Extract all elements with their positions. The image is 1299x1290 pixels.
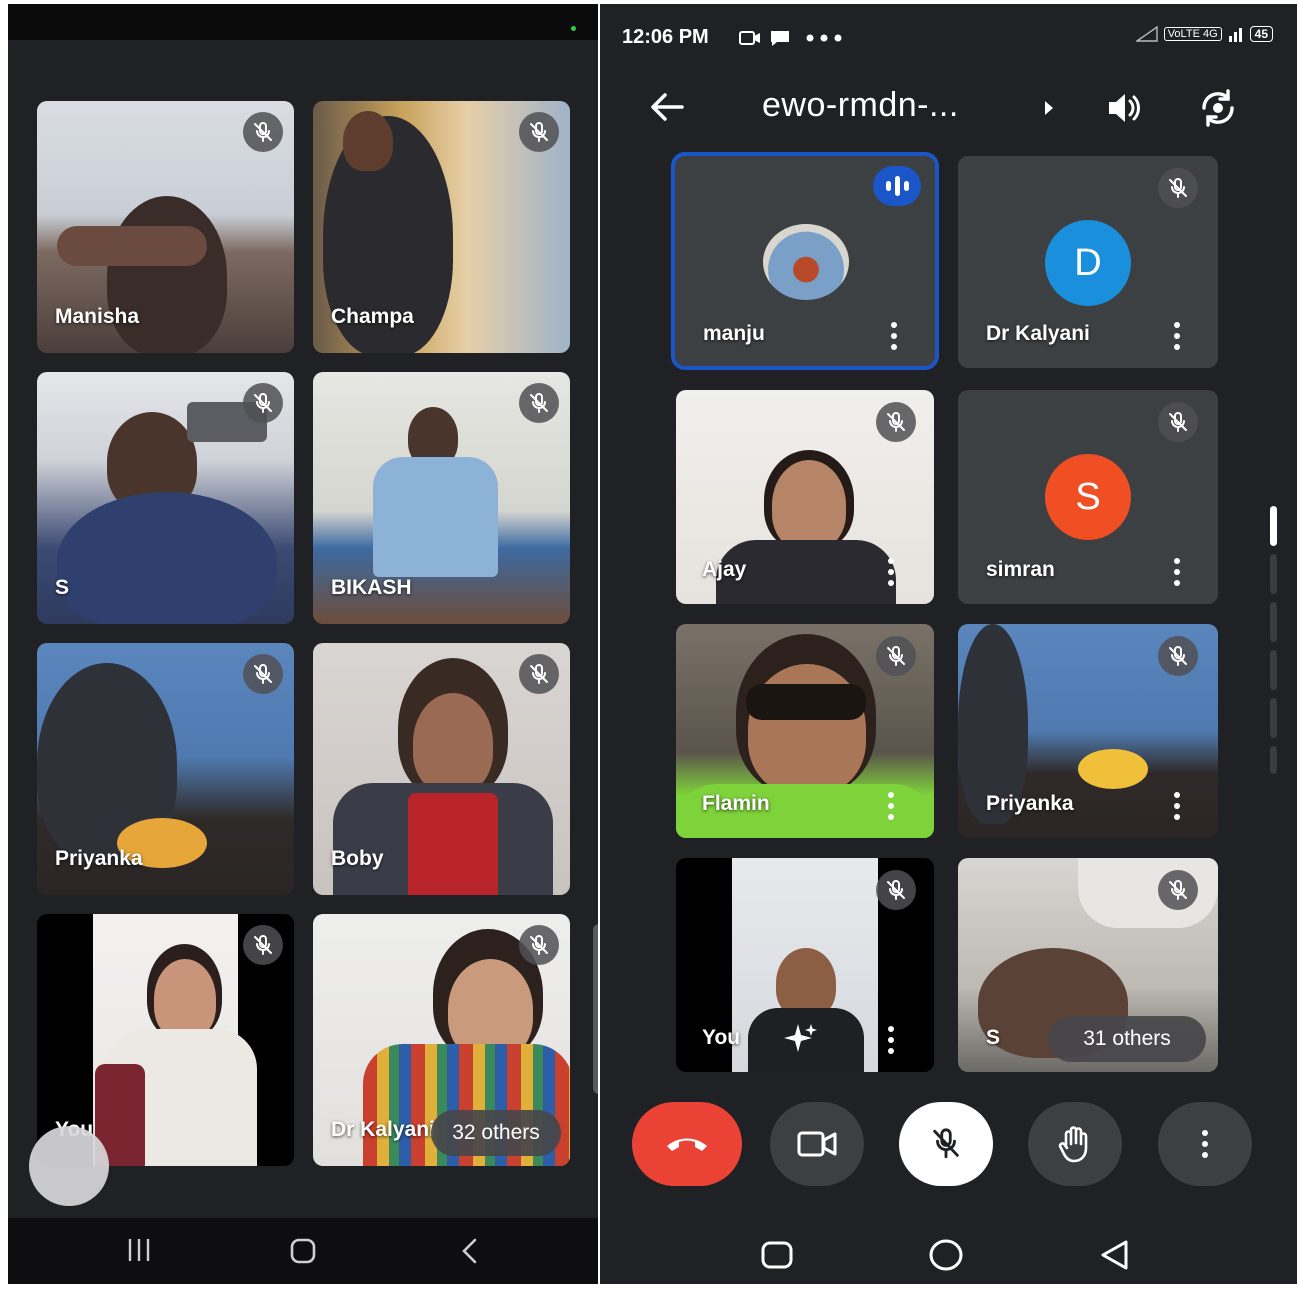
privacy-indicator — [571, 26, 576, 31]
participant-tile-s[interactable]: S 31 others — [958, 858, 1218, 1072]
home-icon[interactable] — [928, 1238, 964, 1272]
others-count-pill[interactable]: 31 others — [1048, 1016, 1206, 1062]
sparkle-icon[interactable] — [782, 1022, 818, 1058]
participant-tile-priyanka[interactable]: Priyanka — [958, 624, 1218, 838]
mic-off-icon — [243, 654, 283, 694]
participant-tile-simran[interactable]: S simran — [958, 390, 1218, 604]
participant-name: BIKASH — [331, 576, 412, 599]
video-notification-icon — [739, 31, 760, 45]
participant-tile-s[interactable]: S — [37, 372, 294, 624]
participant-tile-manisha[interactable]: Manisha — [37, 101, 294, 353]
camera-icon — [797, 1131, 837, 1157]
participant-name: Dr Kalyani — [986, 322, 1090, 345]
camera-toggle-button[interactable] — [770, 1102, 864, 1186]
more-vert-icon[interactable] — [886, 792, 896, 820]
participant-tile-dr-kalyani[interactable]: D Dr Kalyani — [958, 156, 1218, 368]
mic-off-icon — [243, 112, 283, 152]
participant-name: simran — [986, 558, 1055, 581]
participant-tile-ajay[interactable]: Ajay — [676, 390, 934, 604]
participant-name: You — [702, 1026, 741, 1049]
status-right: VoLTE 4G 45 — [1135, 26, 1273, 42]
mic-off-icon — [243, 925, 283, 965]
raise-hand-button[interactable] — [1028, 1102, 1122, 1186]
participant-name: Dr Kalyani — [331, 1118, 435, 1141]
participant-name: Priyanka — [55, 847, 143, 870]
more-notifications-icon — [806, 34, 842, 42]
participant-name: manju — [703, 322, 765, 345]
back-nav-icon[interactable] — [456, 1236, 484, 1266]
chat-notification-icon — [771, 31, 789, 46]
left-phone-screen: Manisha Champa S BIKASH Priyanka Boby Dr… — [8, 4, 598, 1284]
mic-off-icon — [876, 402, 916, 442]
participant-tile-manju[interactable]: manju — [671, 152, 939, 370]
participant-name: Flamin — [702, 792, 770, 815]
more-vert-icon[interactable] — [1172, 322, 1182, 350]
status-bar — [8, 4, 598, 40]
speaking-indicator-icon — [873, 166, 921, 206]
signal-bars-icon — [1228, 28, 1242, 42]
chevron-right-icon[interactable] — [1042, 98, 1056, 118]
more-vert-icon[interactable] — [886, 1026, 896, 1054]
mic-off-icon — [876, 870, 916, 910]
end-call-button[interactable] — [632, 1102, 742, 1186]
avatar: S — [1045, 454, 1131, 540]
status-time: 12:06 PM — [622, 26, 709, 48]
scrollbar[interactable] — [1270, 506, 1277, 774]
back-nav-icon[interactable] — [1098, 1238, 1132, 1272]
system-nav-bar — [8, 1218, 598, 1284]
signal-icon — [1135, 26, 1158, 42]
participant-name: Champa — [331, 305, 414, 328]
participant-tile-you[interactable]: You — [676, 858, 934, 1072]
participant-tile-dr-kalyani[interactable]: Dr Kalyani 32 others — [313, 914, 570, 1166]
participant-tile-priyanka[interactable]: Priyanka — [37, 643, 294, 895]
mic-off-icon — [519, 112, 559, 152]
mic-off-icon — [1158, 402, 1198, 442]
avatar: D — [1045, 220, 1131, 306]
mic-off-icon — [1158, 168, 1198, 208]
recents-icon[interactable] — [760, 1240, 794, 1270]
side-panel-handle[interactable] — [593, 924, 598, 1094]
raise-hand-icon — [1058, 1126, 1088, 1163]
participant-name: S — [55, 576, 70, 599]
participant-tile-champa[interactable]: Champa — [313, 101, 570, 353]
right-phone-screen: 12:06 PM VoLTE 4G 45 ewo-rmdn-... manju … — [600, 4, 1297, 1284]
more-vert-icon[interactable] — [886, 558, 896, 586]
avatar — [763, 224, 849, 300]
network-label: VoLTE 4G — [1163, 27, 1222, 41]
more-options-button[interactable] — [1158, 1102, 1252, 1186]
mic-off-icon — [243, 383, 283, 423]
participant-name: S — [986, 1026, 1001, 1049]
mic-off-icon — [519, 383, 559, 423]
arrow-back-icon[interactable] — [648, 90, 686, 124]
participant-tile-boby[interactable]: Boby — [313, 643, 570, 895]
battery-indicator: 45 — [1249, 26, 1273, 42]
more-vert-icon[interactable] — [1172, 792, 1182, 820]
speaker-icon[interactable] — [1104, 88, 1144, 128]
recents-icon[interactable] — [125, 1236, 153, 1264]
mic-off-icon — [519, 925, 559, 965]
mic-off-icon — [1158, 870, 1198, 910]
more-vert-icon[interactable] — [889, 322, 899, 350]
floating-self-bubble[interactable] — [29, 1126, 109, 1206]
mic-off-icon — [933, 1128, 959, 1159]
participant-name: Ajay — [702, 558, 747, 581]
participant-name: Manisha — [55, 305, 140, 328]
participant-name: Boby — [331, 847, 384, 870]
more-vert-icon — [1200, 1130, 1210, 1158]
meeting-code[interactable]: ewo-rmdn-... — [762, 86, 959, 125]
mic-off-icon — [519, 654, 559, 694]
mic-toggle-button[interactable] — [899, 1102, 993, 1186]
end-call-icon — [667, 1138, 707, 1151]
participant-tile-bikash[interactable]: BIKASH — [313, 372, 570, 624]
mic-off-icon — [1158, 636, 1198, 676]
home-icon[interactable] — [288, 1236, 318, 1266]
mic-off-icon — [876, 636, 916, 676]
participant-tile-flamin[interactable]: Flamin — [676, 624, 934, 838]
participant-name: Priyanka — [986, 792, 1074, 815]
more-vert-icon[interactable] — [1172, 558, 1182, 586]
switch-camera-icon[interactable] — [1196, 86, 1240, 130]
others-count-pill[interactable]: 32 others — [431, 1110, 561, 1156]
